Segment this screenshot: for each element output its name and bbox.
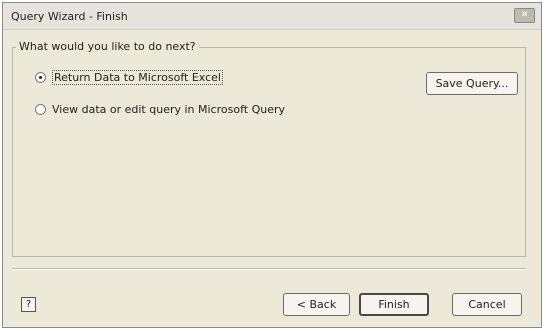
radio-return-data[interactable]	[35, 72, 46, 83]
separator	[12, 268, 526, 270]
window-title: Query Wizard - Finish	[11, 10, 128, 23]
save-query-button[interactable]: Save Query...	[426, 72, 518, 95]
finish-button[interactable]: Finish	[359, 293, 429, 316]
close-button[interactable]: ✕	[514, 8, 535, 23]
option-view-edit-query[interactable]: View data or edit query in Microsoft Que…	[35, 103, 285, 116]
radio-view-edit-query[interactable]	[35, 104, 46, 115]
help-icon: ?	[25, 299, 32, 310]
help-button[interactable]: ?	[21, 297, 36, 312]
option-return-data-label[interactable]: Return Data to Microsoft Excel	[52, 70, 223, 85]
option-return-data[interactable]: Return Data to Microsoft Excel	[35, 70, 223, 85]
back-button[interactable]: < Back	[283, 293, 350, 316]
cancel-button[interactable]: Cancel	[452, 293, 522, 316]
option-view-edit-query-label[interactable]: View data or edit query in Microsoft Que…	[52, 103, 285, 116]
title-bar[interactable]: Query Wizard - Finish ✕	[3, 3, 541, 30]
group-legend: What would you like to do next?	[16, 40, 199, 53]
close-icon: ✕	[520, 10, 529, 20]
